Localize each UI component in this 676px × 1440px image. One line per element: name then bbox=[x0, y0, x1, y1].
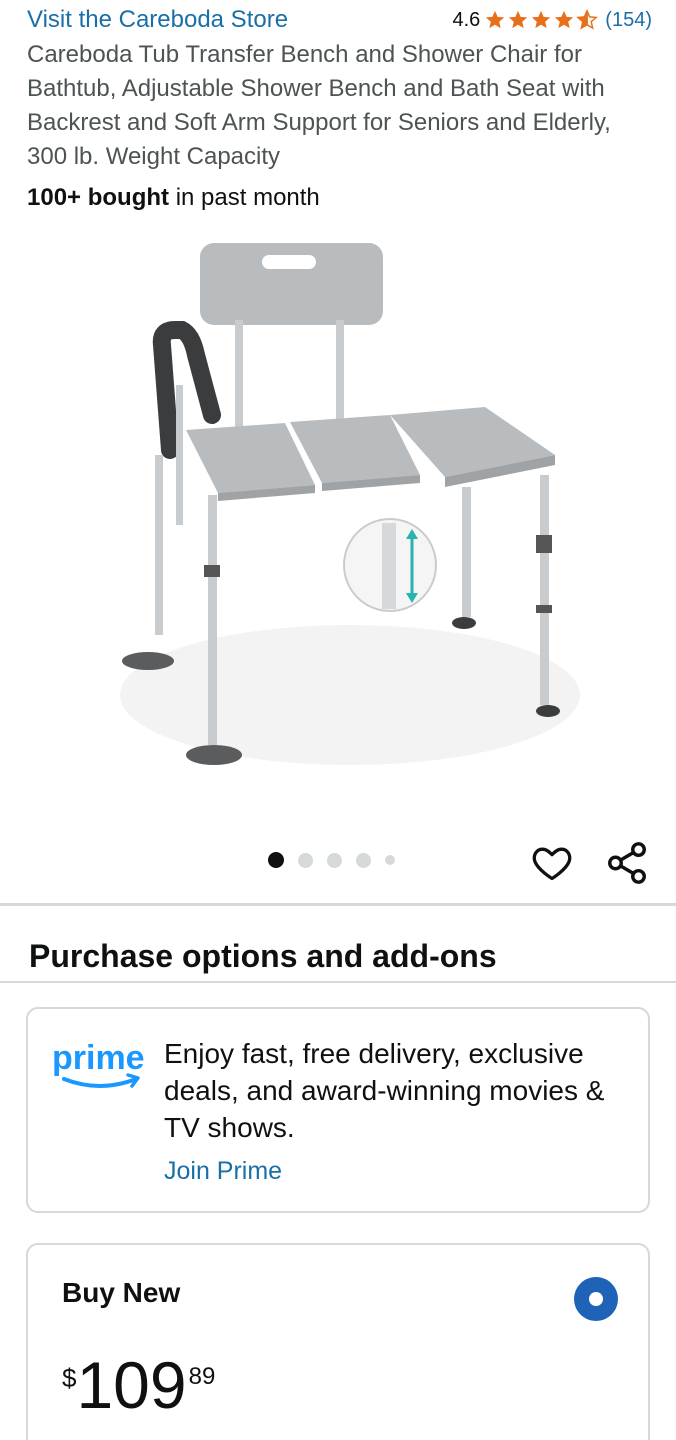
rating-value: 4.6 bbox=[452, 8, 481, 31]
review-count[interactable]: (154) bbox=[605, 9, 652, 32]
bought-count: 100+ bought in past month bbox=[27, 184, 320, 212]
carousel-dot[interactable] bbox=[385, 855, 395, 865]
bought-count-rest: in past month bbox=[169, 184, 320, 211]
rating-summary[interactable]: 4.6 (154) bbox=[452, 9, 652, 32]
image-carousel-indicator[interactable] bbox=[268, 852, 409, 868]
price-whole: 109 bbox=[76, 1348, 187, 1422]
price-currency-symbol: $ bbox=[62, 1363, 77, 1393]
carousel-dot[interactable] bbox=[327, 852, 342, 868]
buy-new-label: Buy New bbox=[62, 1277, 181, 1308]
section-divider bbox=[0, 903, 676, 906]
price-fraction: 89 bbox=[188, 1363, 216, 1390]
star-rating bbox=[484, 9, 599, 31]
join-prime-link[interactable]: Join Prime bbox=[164, 1157, 282, 1186]
prime-description: Enjoy fast, free delivery, exclusive dea… bbox=[164, 1038, 605, 1143]
bought-count-bold: 100+ bought bbox=[27, 184, 170, 211]
carousel-dot[interactable] bbox=[356, 852, 371, 868]
purchase-options-heading: Purchase options and add-ons bbox=[29, 938, 497, 974]
star-icon bbox=[509, 10, 528, 29]
half-star-icon bbox=[576, 9, 599, 30]
prime-logo-text: prime bbox=[52, 1039, 145, 1077]
carousel-dot-active[interactable] bbox=[268, 852, 284, 868]
product-header-row: Visit the Careboda Store 4.6 (154) bbox=[27, 4, 652, 36]
prime-logo: prime bbox=[52, 1039, 145, 1088]
price: $ 109 89 bbox=[62, 1345, 215, 1425]
star-icon bbox=[532, 10, 551, 29]
heart-icon[interactable] bbox=[530, 840, 574, 884]
star-icon bbox=[555, 10, 574, 29]
product-image[interactable] bbox=[100, 225, 590, 805]
buy-new-radio[interactable] bbox=[574, 1277, 618, 1321]
star-icon bbox=[486, 10, 505, 29]
buy-new-option[interactable]: Buy New $ 109 89 bbox=[26, 1243, 650, 1440]
carousel-dot[interactable] bbox=[298, 852, 313, 868]
heading-divider bbox=[0, 981, 676, 983]
product-title: Careboda Tub Transfer Bench and Shower C… bbox=[27, 41, 611, 170]
radio-selected-dot bbox=[589, 1292, 603, 1306]
prime-promo-card: prime Enjoy fast, free delivery, exclusi… bbox=[26, 1007, 650, 1213]
store-link[interactable]: Visit the Careboda Store bbox=[27, 6, 288, 34]
share-icon[interactable] bbox=[604, 840, 650, 886]
